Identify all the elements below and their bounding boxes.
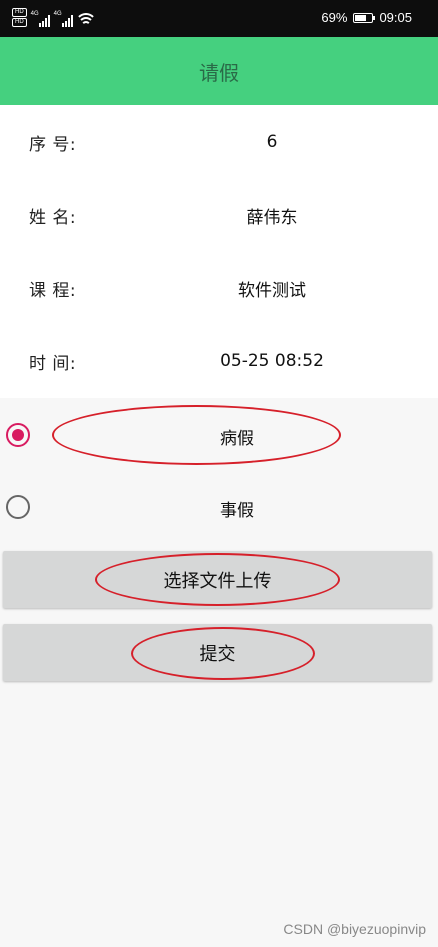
- status-bar: HD HD 4G 4G 69% 09:05: [0, 0, 438, 37]
- signal-icon: 4G: [31, 11, 50, 27]
- app-bar: 请假: [0, 37, 438, 105]
- radio-option-sick-leave[interactable]: 病假: [0, 410, 438, 460]
- clock: 09:05: [379, 10, 412, 25]
- info-value: 薛伟东: [246, 207, 298, 228]
- radio-option-personal-leave[interactable]: 事假: [0, 482, 438, 532]
- info-value: 软件测试: [238, 280, 306, 301]
- hd-icon: HD HD: [12, 8, 27, 27]
- watermark: CSDN @biyezuopinvip: [283, 921, 426, 937]
- info-label: 课 程:: [29, 280, 77, 301]
- info-row-number: 序 号: 6: [0, 127, 438, 157]
- info-row-time: 时 间: 05-25 08:52: [0, 346, 438, 376]
- info-row-name: 姓 名: 薛伟东: [0, 200, 438, 230]
- radio-label-personal-leave[interactable]: 事假: [220, 496, 254, 521]
- leave-info-panel: 序 号: 6 姓 名: 薛伟东 课 程: 软件测试 时 间: 05-25 08:…: [0, 105, 438, 398]
- page-title: 请假: [199, 60, 239, 85]
- radio-label-sick-leave[interactable]: 病假: [220, 424, 254, 449]
- radio-button-personal-leave[interactable]: [6, 495, 30, 519]
- upload-file-button[interactable]: 选择文件上传: [3, 551, 432, 608]
- info-label: 序 号:: [29, 134, 77, 155]
- status-icons-left: HD HD 4G 4G: [12, 7, 95, 27]
- status-icons-right: 69% 09:05: [321, 10, 412, 25]
- info-value: 6: [266, 132, 278, 152]
- info-label: 姓 名:: [29, 207, 77, 228]
- battery-percent: 69%: [321, 10, 348, 25]
- battery-icon: [353, 12, 376, 23]
- info-label: 时 间:: [29, 353, 77, 374]
- info-value: 05-25 08:52: [220, 351, 324, 371]
- submit-button[interactable]: 提交: [3, 624, 432, 681]
- signal-icon-2: 4G: [54, 11, 73, 27]
- info-row-course: 课 程: 软件测试: [0, 273, 438, 303]
- wifi-icon: [76, 13, 95, 27]
- radio-button-sick-leave[interactable]: [6, 423, 30, 447]
